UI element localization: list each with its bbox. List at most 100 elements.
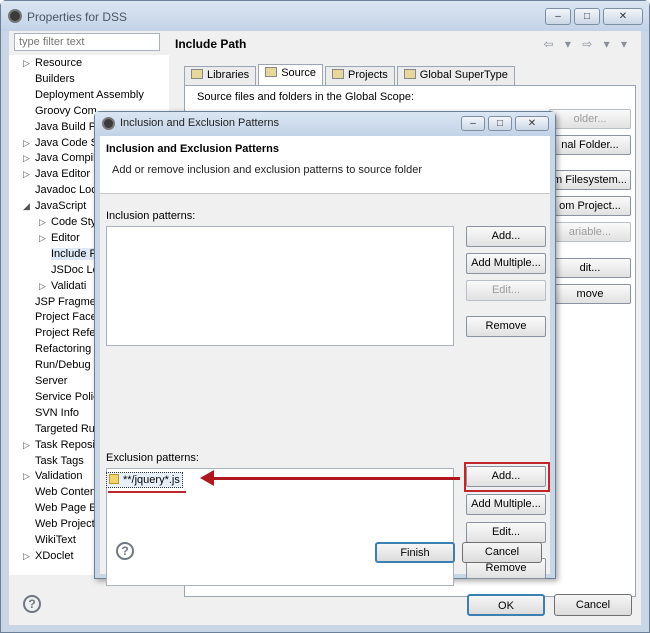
- sidebar-item-label: Java Editor: [35, 168, 91, 181]
- sidebar-item[interactable]: ▷ XDoclet: [23, 548, 74, 564]
- inclusion-add-button[interactable]: Add...: [466, 226, 546, 247]
- inclusion-edit-button[interactable]: Edit...: [466, 280, 546, 301]
- tab-global-supertype[interactable]: Global SuperType: [396, 66, 515, 85]
- window-titlebar[interactable]: Properties for DSS – □ ✕: [1, 1, 649, 31]
- sidebar-item-label: Targeted Ru: [35, 422, 95, 435]
- sidebar-item[interactable]: ◢ JavaScript: [23, 198, 86, 214]
- dialog-help-icon[interactable]: ?: [116, 542, 134, 560]
- ok-button[interactable]: OK: [467, 594, 545, 616]
- chevron-right-icon[interactable]: ▷: [39, 278, 51, 294]
- chevron-right-icon[interactable]: ▷: [23, 150, 35, 166]
- inclusion-patterns-list[interactable]: [106, 226, 454, 346]
- sidebar-item-label: Run/Debug: [35, 359, 91, 372]
- sidebar-item[interactable]: Javadoc Loc: [23, 182, 97, 198]
- sidebar-item[interactable]: SVN Info: [23, 405, 79, 421]
- sidebar-item[interactable]: Project Face: [23, 309, 97, 325]
- close-button[interactable]: ✕: [603, 8, 643, 25]
- minimize-button[interactable]: –: [545, 8, 571, 25]
- finish-button[interactable]: Finish: [375, 542, 455, 563]
- sidebar-item[interactable]: Web Conten: [23, 484, 96, 500]
- add-from-filesystem-button[interactable]: m Filesystem...: [549, 170, 631, 190]
- inclusion-remove-button[interactable]: Remove: [466, 316, 546, 337]
- sidebar-item[interactable]: ▷ Java Compil: [23, 150, 96, 166]
- sidebar-item[interactable]: ▷ Code Sty: [39, 214, 96, 230]
- dialog-title: Inclusion and Exclusion Patterns: [120, 117, 279, 129]
- add-folder-button[interactable]: older...: [549, 109, 631, 129]
- dialog-titlebar[interactable]: Inclusion and Exclusion Patterns – □ ✕: [95, 112, 555, 136]
- sidebar-item[interactable]: Deployment Assembly: [23, 87, 144, 103]
- sidebar-item[interactable]: JSP Fragmen: [23, 294, 102, 310]
- eclipse-icon: [102, 117, 115, 130]
- chevron-right-icon[interactable]: ▷: [23, 135, 35, 151]
- source-icon: [265, 67, 278, 77]
- sidebar-item[interactable]: Service Polic: [23, 389, 99, 405]
- inclusion-add-multiple-button[interactable]: Add Multiple...: [466, 253, 546, 274]
- add-external-folder-button[interactable]: nal Folder...: [549, 135, 631, 155]
- cancel-button[interactable]: Cancel: [554, 594, 632, 616]
- sidebar-item[interactable]: Java Build Pa: [23, 119, 102, 135]
- chevron-right-icon[interactable]: ▷: [39, 230, 51, 246]
- sidebar-item[interactable]: ▷ Task Reposit: [23, 437, 98, 453]
- add-from-project-button[interactable]: om Project...: [549, 196, 631, 216]
- sidebar-item-label: Web Conten: [35, 486, 96, 499]
- sidebar-item[interactable]: Web Page E: [23, 500, 97, 516]
- chevron-right-icon[interactable]: ▷: [23, 548, 35, 564]
- filter-input[interactable]: [14, 33, 160, 51]
- sidebar-item[interactable]: Refactoring: [23, 341, 91, 357]
- sidebar-item[interactable]: ▷ Validati: [39, 278, 86, 294]
- annotation-arrow-line: [210, 477, 460, 480]
- sidebar-item[interactable]: ▷ Resource: [23, 55, 82, 71]
- dialog-cancel-button[interactable]: Cancel: [462, 542, 542, 563]
- chevron-right-icon[interactable]: ▷: [23, 437, 35, 453]
- sidebar-item-label: Java Code S: [35, 136, 98, 149]
- sidebar-item-label: Refactoring: [35, 343, 92, 356]
- tab-libraries[interactable]: Libraries: [184, 66, 257, 85]
- sidebar-item[interactable]: Task Tags: [23, 453, 84, 469]
- sidebar-item-label: Code Sty: [51, 216, 97, 228]
- help-icon[interactable]: ?: [23, 595, 41, 613]
- sidebar-item-label: JSP Fragmen: [35, 295, 103, 308]
- add-variable-button[interactable]: ariable...: [549, 222, 631, 242]
- sidebar-item-label: Builders: [35, 72, 75, 85]
- sidebar-item[interactable]: JSDoc Lo: [39, 262, 99, 278]
- chevron-right-icon[interactable]: ▷: [23, 55, 35, 71]
- sidebar-item[interactable]: WikiText: [23, 532, 76, 548]
- remove-button[interactable]: move: [549, 284, 631, 304]
- tab-source[interactable]: Source: [258, 64, 324, 85]
- properties-window: Properties for DSS – □ ✕ ▷ResourceBuilde…: [0, 0, 650, 633]
- exclusion-edit-button[interactable]: Edit...: [466, 522, 546, 543]
- tab-projects[interactable]: Projects: [325, 66, 395, 85]
- sidebar-item[interactable]: Run/Debug: [23, 357, 91, 373]
- dialog-minimize-button[interactable]: –: [461, 116, 485, 131]
- chevron-down-icon[interactable]: ◢: [23, 198, 35, 214]
- dialog-maximize-button[interactable]: □: [488, 116, 512, 131]
- exclusion-add-button[interactable]: Add...: [466, 466, 546, 487]
- edit-button[interactable]: dit...: [549, 258, 631, 278]
- sidebar-item[interactable]: Server: [23, 373, 67, 389]
- pattern-icon: [109, 474, 119, 484]
- history-nav-arrows[interactable]: ⇦ ▾ ⇨ ▾ ▾: [543, 37, 631, 51]
- sidebar-item-label: XDoclet: [35, 549, 74, 562]
- dialog-close-button[interactable]: ✕: [515, 116, 549, 131]
- sidebar-item[interactable]: ▷ Validation: [23, 468, 83, 484]
- window-title: Properties for DSS: [27, 10, 128, 24]
- sidebar-item-label: JavaScript: [35, 200, 87, 213]
- sidebar-item-label: Validation: [35, 470, 83, 483]
- list-item[interactable]: **/jquery*.js: [106, 472, 183, 488]
- sidebar-item[interactable]: ▷ Java Editor: [23, 166, 90, 182]
- sidebar-item[interactable]: ▷ Editor: [39, 230, 80, 246]
- sidebar-item[interactable]: Project Refer: [23, 325, 99, 341]
- maximize-button[interactable]: □: [574, 8, 600, 25]
- sidebar-item-label: Web Page E: [35, 502, 97, 515]
- sidebar-item-label: Service Polic: [35, 390, 99, 403]
- sidebar-item[interactable]: ▷ Java Code S: [23, 135, 98, 151]
- sidebar-item[interactable]: Groovy Com: [23, 103, 97, 119]
- sidebar-item[interactable]: Builders: [23, 71, 75, 87]
- sidebar-item[interactable]: Targeted Ru: [23, 421, 95, 437]
- chevron-right-icon[interactable]: ▷: [39, 214, 51, 230]
- exclusion-add-multiple-button[interactable]: Add Multiple...: [466, 494, 546, 515]
- sidebar-item[interactable]: Include P: [39, 246, 97, 262]
- chevron-right-icon[interactable]: ▷: [23, 166, 35, 182]
- chevron-right-icon[interactable]: ▷: [23, 468, 35, 484]
- sidebar-item[interactable]: Web Project: [23, 516, 95, 532]
